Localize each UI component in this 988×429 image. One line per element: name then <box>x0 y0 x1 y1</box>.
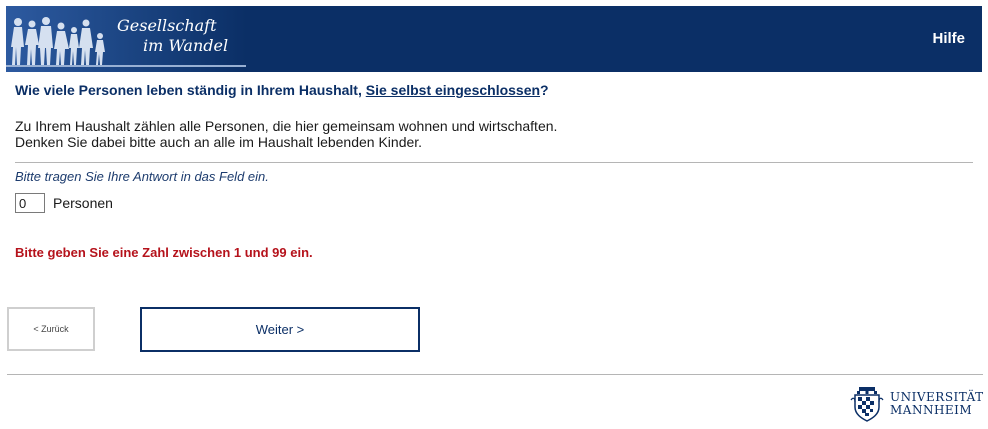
question-text-emphasis: Sie selbst eingeschlossen <box>365 82 541 98</box>
logo-line-2: im Wandel <box>143 36 229 55</box>
header-bar: Gesellschaft im Wandel Hilfe <box>6 6 982 72</box>
university-seal-icon <box>850 387 884 422</box>
instruction-line-2: Denken Sie dabei bitte auch an alle im H… <box>15 134 423 150</box>
answer-unit-label: Personen <box>53 195 113 211</box>
question-mark: ? <box>540 82 549 98</box>
question-instructions: Zu Ihrem Haushalt zählen alle Personen, … <box>15 118 557 150</box>
person-count-input[interactable] <box>15 193 45 213</box>
gesellschaft-im-wandel-logo: Gesellschaft im Wandel <box>6 6 246 72</box>
university-name: UNIVERSITÄT MANNHEIM <box>890 391 984 417</box>
next-button[interactable]: Weiter > <box>140 307 420 352</box>
answer-row: Personen <box>15 193 113 213</box>
logo-line-1: Gesellschaft <box>117 16 217 35</box>
validation-error-message: Bitte geben Sie eine Zahl zwischen 1 und… <box>15 245 313 260</box>
help-link[interactable]: Hilfe <box>932 30 965 47</box>
divider <box>15 162 973 163</box>
answer-hint: Bitte tragen Sie Ihre Antwort in das Fel… <box>15 169 269 184</box>
back-button[interactable]: < Zurück <box>7 307 95 351</box>
university-name-line-2: MANNHEIM <box>890 403 973 417</box>
question-text: Wie viele Personen leben ständig in Ihre… <box>15 82 549 98</box>
instruction-line-1: Zu Ihrem Haushalt zählen alle Personen, … <box>15 118 558 134</box>
logo-title: Gesellschaft im Wandel <box>111 16 228 56</box>
question-text-main: Wie viele Personen leben ständig in Ihre… <box>15 82 366 98</box>
university-mannheim-logo: UNIVERSITÄT MANNHEIM <box>850 386 984 422</box>
footer-divider <box>7 374 983 375</box>
